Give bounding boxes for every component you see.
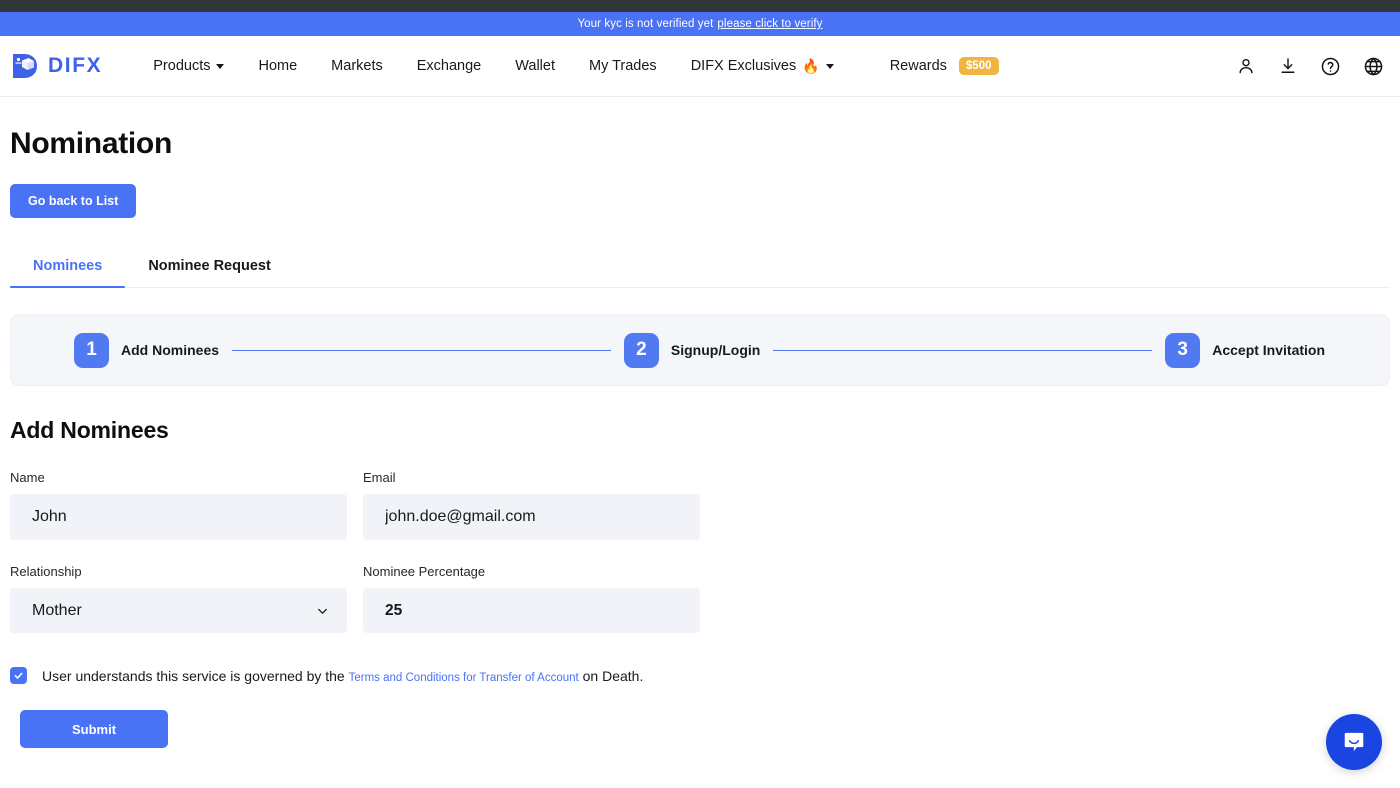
go-back-to-list-button[interactable]: Go back to List [10,184,137,218]
terms-text: User understands this service is governe… [42,668,643,684]
header-icon-group [1236,56,1386,77]
terms-prefix: User understands this service is governe… [42,667,345,684]
form-heading: Add Nominees [10,417,169,443]
nav-label-products: Products [153,57,211,74]
rewards-amount-badge: $500 [958,57,999,75]
tab-nominees[interactable]: Nominees [10,250,126,288]
kyc-banner-text: Your kyc is not verified yet [577,18,714,30]
nav-item-markets[interactable]: Markets [314,52,400,80]
flame-icon: 🔥 [802,57,820,74]
name-label: Name [10,470,45,485]
step-connector-2 [773,349,1153,351]
step-2-label: Signup/Login [670,342,761,358]
page-content: Nomination Go back to List Nominees Nomi… [0,127,1400,748]
chat-bubble-icon [1344,732,1364,752]
terms-checkbox[interactable] [10,667,27,684]
step-accept-invitation: 3 Accept Invitation [1165,332,1326,368]
terms-row: User understands this service is governe… [10,667,1390,684]
main-nav: Products Home Markets Exchange Wallet My… [136,51,1236,81]
nav-item-exchange[interactable]: Exchange [400,52,499,80]
relationship-select-wrap: Mother [10,588,347,633]
nav-item-difx-exclusives[interactable]: DIFX Exclusives 🔥 [674,52,851,80]
step-add-nominees: 1 Add Nominees [74,332,220,368]
nav-label-markets: Markets [331,57,383,74]
nav-item-my-trades[interactable]: My Trades [572,52,674,80]
kyc-verify-link[interactable]: please click to verify [717,18,822,30]
nav-item-rewards[interactable]: Rewards $500 [873,51,1016,81]
nav-label-rewards: Rewards [889,57,947,74]
email-input[interactable] [363,494,700,540]
tab-bar: Nominees Nominee Request [10,250,1390,288]
site-header: DIFX Products Home Markets Exchange Wall… [0,36,1400,97]
nav-label-difx-exclusives: DIFX Exclusives [690,57,797,74]
relationship-select[interactable]: Mother [10,588,347,633]
submit-button[interactable]: Submit [20,710,168,748]
browser-top-strip [0,0,1400,12]
page-title: Nomination [10,127,172,160]
relationship-label: Relationship [10,564,82,579]
field-email: Email [363,470,700,540]
nav-item-home[interactable]: Home [241,52,314,80]
step-1-label: Add Nominees [121,342,220,358]
step-1-number: 1 [74,332,109,368]
field-nominee-percentage: Nominee Percentage [363,564,700,633]
nav-label-wallet: Wallet [515,57,555,74]
nav-label-my-trades: My Trades [589,57,657,74]
help-circle-icon[interactable] [1320,56,1341,77]
field-relationship: Relationship Mother [10,564,347,633]
step-signup-login: 2 Signup/Login [623,332,761,368]
percentage-label: Nominee Percentage [363,564,486,579]
name-input[interactable] [10,494,347,540]
form-row-1: Name Email [10,470,1390,540]
nav-label-exchange: Exchange [416,57,482,74]
nomination-stepper: 1 Add Nominees 2 Signup/Login 3 Accept I… [10,314,1390,386]
chevron-down-icon [825,64,834,70]
email-label: Email [363,470,396,485]
user-icon[interactable] [1236,56,1256,76]
kyc-banner: Your kyc is not verified yet please clic… [0,12,1400,36]
nav-label-home: Home [258,57,298,74]
step-3-label: Accept Invitation [1212,342,1326,358]
difx-logo-icon [13,54,37,78]
difx-logo[interactable]: DIFX [10,51,102,81]
check-icon [14,672,23,679]
step-2-number: 2 [623,332,659,368]
tab-nominee-request[interactable]: Nominee Request [125,250,293,287]
step-3-number: 3 [1165,332,1201,368]
percentage-input[interactable] [363,588,700,633]
nav-item-products[interactable]: Products [136,52,241,80]
field-name: Name [10,470,347,540]
nav-item-wallet[interactable]: Wallet [498,52,572,80]
form-row-2: Relationship Mother Nominee Percentage [10,564,1390,633]
chevron-down-icon [216,64,225,70]
difx-logo-text: DIFX [48,54,103,77]
globe-icon[interactable] [1363,56,1384,77]
terms-suffix: on Death. [582,667,644,684]
terms-and-conditions-link[interactable]: Terms and Conditions for Transfer of Acc… [349,672,579,684]
download-icon[interactable] [1278,56,1298,76]
step-connector-1 [232,349,611,351]
intercom-chat-button[interactable] [1326,714,1382,770]
